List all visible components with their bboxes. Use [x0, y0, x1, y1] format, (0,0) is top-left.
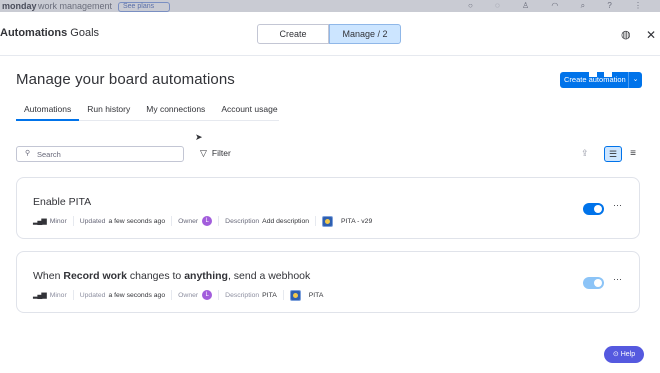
- automation-card[interactable]: Enable PITA ▂▄▆ Minor Updated a few seco…: [16, 177, 640, 239]
- title-part: changes to: [126, 270, 185, 282]
- chevron-down-icon[interactable]: ⌄: [628, 72, 642, 88]
- impact-value: Minor: [49, 217, 67, 225]
- tab-create[interactable]: Create: [257, 24, 329, 44]
- owner-info: Owner L: [178, 216, 220, 226]
- updated-label: Updated: [79, 217, 106, 225]
- automation-meta: ▂▄▆ Minor Updated a few seconds ago Owne…: [33, 214, 384, 228]
- tab-manage[interactable]: Manage / 2: [329, 24, 401, 44]
- more-options-icon[interactable]: ···: [613, 200, 622, 210]
- tab-run-history[interactable]: Run history: [79, 101, 138, 121]
- owner-label: Owner: [178, 291, 199, 299]
- board-icon: [289, 289, 301, 301]
- page-title: Manage your board automations: [16, 71, 235, 88]
- description-info: Description PITA: [225, 290, 284, 300]
- board-name[interactable]: PITA - v29: [341, 218, 372, 225]
- title-value: anything: [184, 270, 228, 282]
- brand-logo: monday: [2, 1, 37, 11]
- updated-label: Updated: [79, 291, 106, 299]
- title-part: When: [33, 270, 64, 282]
- signal-bars-icon: ▂▄▆: [33, 218, 47, 225]
- header-icons: ○ ◌ ♙ ◠ ⌕ ? ⋮: [467, 1, 652, 10]
- help-label: Help: [620, 351, 636, 358]
- automation-toggle[interactable]: [583, 277, 604, 289]
- add-description-link[interactable]: Add description: [262, 218, 309, 225]
- feedback-icon[interactable]: ◍: [621, 28, 631, 41]
- automation-meta: ▂▄▆ Minor Updated a few seconds ago Owne…: [33, 288, 335, 302]
- description-value[interactable]: PITA: [262, 292, 277, 299]
- automation-title: When Record work changes to anything, se…: [33, 270, 310, 282]
- tab-my-connections[interactable]: My connections: [138, 101, 213, 121]
- filter-icon: ▽: [200, 148, 207, 158]
- screen-artifact-block: [589, 61, 597, 77]
- screen-artifact-block: [604, 61, 612, 77]
- description-label: Description: [225, 217, 260, 225]
- automation-title: Enable PITA: [33, 196, 92, 208]
- search-box[interactable]: ⚲: [16, 146, 184, 162]
- search-input[interactable]: [37, 148, 177, 160]
- modal-title: Automations Goals: [0, 27, 99, 39]
- see-plans-button: See plans: [118, 2, 170, 12]
- updated-value: a few seconds ago: [108, 291, 166, 299]
- filter-button[interactable]: ▽ Filter: [200, 148, 231, 159]
- owner-info: Owner L: [178, 290, 220, 300]
- automation-card[interactable]: When Record work changes to anything, se…: [16, 251, 640, 313]
- board-info: PITA - v29: [322, 215, 378, 227]
- list-view-icon: ≡: [630, 148, 636, 159]
- create-manage-switch: Create Manage / 2: [257, 24, 401, 44]
- impact-level: ▂▄▆ Minor: [33, 216, 74, 226]
- more-options-icon[interactable]: ···: [613, 274, 622, 284]
- close-icon[interactable]: ✕: [646, 28, 656, 42]
- board-info: PITA: [289, 289, 330, 301]
- list-view-toggle[interactable]: ≡: [625, 146, 641, 162]
- title-column: Record work: [63, 270, 127, 282]
- card-view-icon: ☰: [608, 149, 618, 159]
- mouse-cursor-icon: ➤: [195, 132, 203, 142]
- automation-tabs: Automations Run history My connections A…: [16, 101, 279, 121]
- automation-toggle[interactable]: [583, 203, 604, 215]
- export-icon[interactable]: ⇪: [581, 148, 589, 159]
- modal-title-board: Goals: [70, 27, 100, 39]
- updated-info: Updated a few seconds ago: [79, 290, 173, 300]
- impact-level: ▂▄▆ Minor: [33, 290, 74, 300]
- card-view-toggle[interactable]: ☰: [604, 146, 622, 162]
- description-label: Description: [225, 291, 260, 299]
- title-part: , send a webhook: [227, 270, 311, 282]
- description-info: Description Add description: [225, 216, 317, 226]
- board-name[interactable]: PITA: [309, 292, 324, 299]
- impact-value: Minor: [49, 291, 67, 299]
- tab-account-usage[interactable]: Account usage: [213, 101, 285, 121]
- help-button[interactable]: ⊙ Help: [604, 346, 644, 363]
- brand-subtitle: work management: [38, 1, 113, 11]
- avatar[interactable]: L: [202, 290, 213, 300]
- help-icon: ⊙: [612, 351, 619, 358]
- board-icon: [322, 215, 334, 227]
- modal-topbar: Automations Goals Create Manage / 2 ◍ ✕: [0, 12, 660, 56]
- automations-modal: Automations Goals Create Manage / 2 ◍ ✕ …: [0, 12, 660, 373]
- modal-title-bold: Automations: [0, 27, 68, 39]
- updated-value: a few seconds ago: [108, 217, 166, 225]
- search-icon: ⚲: [25, 150, 31, 157]
- filter-label: Filter: [211, 148, 231, 158]
- avatar[interactable]: L: [202, 216, 213, 226]
- owner-label: Owner: [178, 217, 199, 225]
- signal-bars-icon: ▂▄▆: [33, 292, 47, 299]
- background-app-header: monday work management See plans ○ ◌ ♙ ◠…: [0, 0, 660, 12]
- tab-automations[interactable]: Automations: [16, 101, 80, 121]
- create-automation-button[interactable]: Create automation ⌄: [560, 72, 642, 88]
- updated-info: Updated a few seconds ago: [79, 216, 173, 226]
